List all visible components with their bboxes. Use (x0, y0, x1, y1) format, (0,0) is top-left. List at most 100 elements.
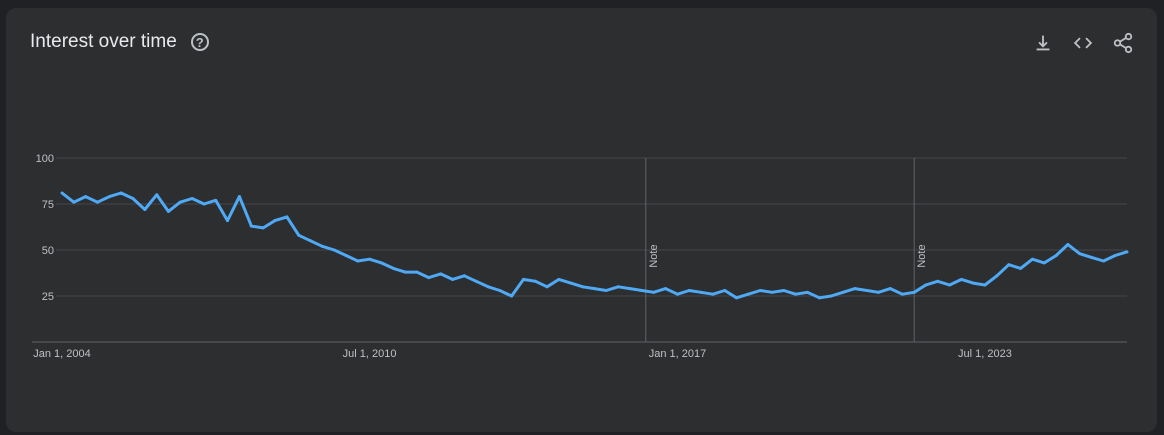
data-point (143, 208, 147, 212)
data-point (533, 279, 537, 283)
data-point (439, 272, 443, 276)
data-point (60, 191, 64, 195)
data-point (403, 270, 407, 274)
data-point (202, 202, 206, 206)
data-point (1019, 266, 1023, 270)
data-point (72, 200, 76, 204)
data-point (273, 219, 277, 223)
data-point (96, 200, 100, 204)
data-point (214, 198, 218, 202)
data-point (344, 254, 348, 258)
data-point (131, 196, 135, 200)
data-point (734, 296, 738, 300)
data-point (770, 290, 774, 294)
data-point (462, 274, 466, 278)
data-point (320, 244, 324, 248)
data-point (758, 288, 762, 292)
data-point (119, 191, 123, 195)
series-layer (60, 191, 1129, 300)
data-point (1042, 261, 1046, 265)
data-point (178, 200, 182, 204)
data-point (1113, 254, 1117, 258)
data-point (1078, 252, 1082, 256)
data-point (581, 285, 585, 289)
data-point (1090, 255, 1094, 259)
data-point (853, 287, 857, 291)
data-point (723, 288, 727, 292)
data-point (1125, 250, 1129, 254)
x-tick-label: Jul 1, 2023 (958, 348, 1012, 360)
data-point (356, 259, 360, 263)
data-point (332, 248, 336, 252)
data-point (817, 296, 821, 300)
data-point (166, 209, 170, 213)
data-point (841, 290, 845, 294)
data-point (545, 285, 549, 289)
data-point (865, 288, 869, 292)
x-axis: Jan 1, 2004 Jul 1, 2010 Jan 1, 2017 Jul 1, … (33, 348, 1012, 360)
data-point (427, 276, 431, 280)
y-tick-label: 100 (36, 153, 54, 165)
data-point (912, 290, 916, 294)
data-point (711, 292, 715, 296)
data-point (924, 283, 928, 287)
data-point (829, 294, 833, 298)
data-point (1066, 242, 1070, 246)
data-point (794, 292, 798, 296)
data-point (451, 277, 455, 281)
data-point (877, 290, 881, 294)
data-point (569, 281, 573, 285)
x-tick-label: Jan 1, 2017 (649, 348, 707, 360)
data-point (285, 215, 289, 219)
data-point (297, 233, 301, 237)
data-point (190, 196, 194, 200)
data-point (84, 195, 88, 199)
data-point (652, 290, 656, 294)
data-point (391, 266, 395, 270)
data-point (640, 288, 644, 292)
data-point (664, 287, 668, 291)
data-point (1102, 259, 1106, 263)
data-point (107, 195, 111, 199)
data-point (226, 219, 230, 223)
y-axis: 100 75 50 25 (36, 153, 54, 303)
data-point (983, 283, 987, 287)
data-point (379, 261, 383, 265)
data-point (415, 270, 419, 274)
data-point (900, 292, 904, 296)
data-point (368, 257, 372, 261)
data-point (237, 195, 241, 199)
series-line (61, 191, 1128, 300)
y-tick-label: 25 (42, 291, 54, 303)
data-point (676, 292, 680, 296)
data-point (687, 288, 691, 292)
note-label: Note (916, 244, 928, 267)
data-point (1007, 263, 1011, 267)
data-point (308, 239, 312, 243)
data-point (155, 193, 159, 197)
note-label: Note (648, 244, 660, 267)
x-tick-label: Jan 1, 2004 (33, 348, 91, 360)
data-point (557, 277, 561, 281)
data-point (498, 288, 502, 292)
data-point (604, 288, 608, 292)
x-tick-label: Jul 1, 2010 (343, 348, 397, 360)
data-point (616, 285, 620, 289)
data-point (592, 287, 596, 291)
data-point (1030, 257, 1034, 261)
data-point (959, 277, 963, 281)
data-point (249, 224, 253, 228)
y-tick-label: 75 (42, 199, 54, 211)
y-tick-label: 50 (42, 245, 54, 257)
data-point (261, 226, 265, 230)
data-point (522, 277, 526, 281)
data-point (971, 281, 975, 285)
data-point (888, 287, 892, 291)
data-point (474, 279, 478, 283)
data-point (746, 292, 750, 296)
line-chart: 100755025 Jan 1, 2004 Jul 1, 2010 Jan 1, 2… (32, 153, 1129, 360)
data-point (510, 294, 514, 298)
data-point (936, 279, 940, 283)
data-point (948, 283, 952, 287)
gridlines (32, 157, 1127, 343)
